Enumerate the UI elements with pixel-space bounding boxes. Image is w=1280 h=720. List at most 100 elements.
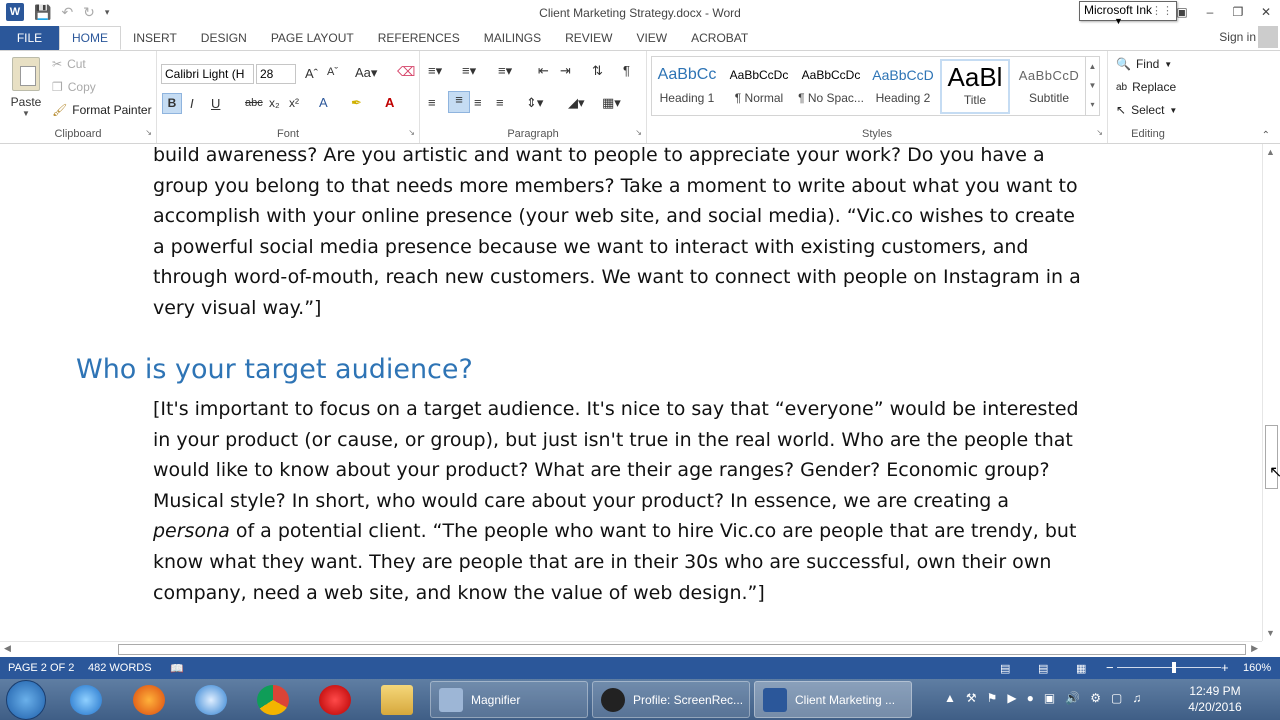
- collapse-ribbon-icon[interactable]: ⌃: [1262, 130, 1270, 141]
- tab-design[interactable]: DESIGN: [189, 26, 259, 50]
- start-button[interactable]: [6, 680, 46, 720]
- tab-file[interactable]: FILE: [0, 26, 59, 50]
- zoom-out-icon[interactable]: −: [1106, 660, 1114, 675]
- text-effects-icon[interactable]: A: [319, 95, 328, 110]
- firefox-icon[interactable]: [133, 685, 165, 715]
- system-clock[interactable]: 12:49 PM 4/20/2016: [1184, 683, 1246, 715]
- minimize-icon[interactable]: –: [1196, 0, 1224, 24]
- tray-network-icon[interactable]: ▲: [944, 691, 956, 705]
- style-no-spacing[interactable]: AaBbCcDc ¶ No Spac...: [796, 59, 866, 114]
- scroll-left-icon[interactable]: ◀: [4, 643, 11, 654]
- highlight-icon[interactable]: ✒: [351, 95, 362, 111]
- horizontal-scrollbar[interactable]: ◀ ▶: [0, 641, 1262, 657]
- italic-icon[interactable]: I: [190, 96, 194, 111]
- safari-icon[interactable]: [195, 685, 227, 715]
- document-canvas[interactable]: build awareness? Are you artistic and wa…: [0, 144, 1230, 641]
- opera-icon[interactable]: [319, 685, 351, 715]
- paste-button[interactable]: Paste ▼: [8, 57, 44, 118]
- proofing-icon[interactable]: 📖: [170, 662, 184, 675]
- internet-explorer-icon[interactable]: [70, 685, 102, 715]
- select-button[interactable]: ↖ Select ▼: [1116, 103, 1177, 117]
- format-painter-button[interactable]: 🖌 Format Painter: [52, 103, 152, 117]
- zoom-slider-knob[interactable]: [1172, 662, 1176, 673]
- tray-flag-icon[interactable]: ⚑: [987, 691, 998, 705]
- scroll-down-icon[interactable]: ▼: [1266, 628, 1275, 638]
- superscript-icon[interactable]: x²: [289, 96, 299, 110]
- style-subtitle[interactable]: AaBbCcD Subtitle: [1014, 59, 1084, 114]
- word-count[interactable]: 482 WORDS: [88, 662, 152, 674]
- copy-button[interactable]: ❐ Copy: [52, 80, 96, 94]
- tray-display-icon[interactable]: ▣: [1044, 691, 1055, 705]
- scroll-right-icon[interactable]: ▶: [1251, 643, 1258, 654]
- shading-icon[interactable]: ◢▾: [568, 95, 585, 111]
- style-normal[interactable]: AaBbCcDc ¶ Normal: [724, 59, 794, 114]
- align-right-icon[interactable]: ≡: [474, 95, 482, 110]
- align-center-icon[interactable]: ≡: [448, 91, 470, 113]
- bold-icon[interactable]: B: [162, 93, 182, 114]
- borders-icon[interactable]: ▦▾: [602, 95, 621, 111]
- style-heading-1[interactable]: AaBbCc Heading 1: [652, 59, 722, 114]
- vertical-scrollbar[interactable]: ▲ ▼: [1262, 144, 1280, 641]
- sign-in-link[interactable]: Sign in: [1219, 30, 1256, 44]
- tab-references[interactable]: REFERENCES: [366, 26, 472, 50]
- font-launcher-icon[interactable]: ↘: [408, 128, 415, 137]
- decrease-indent-icon[interactable]: ⇤: [538, 63, 549, 79]
- tab-insert[interactable]: INSERT: [121, 26, 189, 50]
- font-family-select[interactable]: Calibri Light (H: [161, 64, 254, 84]
- font-size-select[interactable]: 28: [256, 64, 296, 84]
- print-layout-icon[interactable]: ▤: [1038, 662, 1048, 675]
- zoom-in-icon[interactable]: +: [1221, 660, 1229, 675]
- grow-font-icon[interactable]: Aˆ: [305, 66, 318, 81]
- scroll-up-icon[interactable]: ▲: [1266, 147, 1275, 157]
- align-left-icon[interactable]: ≡: [428, 95, 436, 110]
- tray-media-icon[interactable]: ▶: [1007, 691, 1016, 705]
- increase-indent-icon[interactable]: ⇥: [560, 63, 571, 79]
- tray-tool-icon[interactable]: ⚒: [966, 691, 977, 705]
- tab-home[interactable]: HOME: [59, 26, 121, 50]
- tab-view[interactable]: VIEW: [624, 26, 679, 50]
- web-layout-icon[interactable]: ▦: [1076, 662, 1086, 675]
- close-icon[interactable]: ✕: [1252, 0, 1280, 24]
- tray-shield-icon[interactable]: ●: [1027, 691, 1034, 705]
- tray-monitor-icon[interactable]: ▢: [1111, 691, 1122, 705]
- replace-button[interactable]: ab Replace: [1116, 80, 1176, 94]
- body-paragraph[interactable]: build awareness? Are you artistic and wa…: [153, 144, 1083, 324]
- bullets-icon[interactable]: ≡▾: [428, 63, 442, 79]
- styles-launcher-icon[interactable]: ↘: [1096, 128, 1103, 137]
- shrink-font-icon[interactable]: Aˇ: [327, 66, 338, 78]
- clear-formatting-icon[interactable]: ⌫: [397, 64, 415, 80]
- style-heading-2[interactable]: AaBbCcD Heading 2: [868, 59, 938, 114]
- clipboard-launcher-icon[interactable]: ↘: [145, 128, 152, 137]
- zoom-slider[interactable]: [1117, 667, 1221, 668]
- tray-settings-icon[interactable]: ⚙: [1090, 691, 1101, 705]
- file-explorer-icon[interactable]: [381, 685, 413, 715]
- tab-review[interactable]: REVIEW: [553, 26, 624, 50]
- tab-mailings[interactable]: MAILINGS: [472, 26, 553, 50]
- cut-button[interactable]: ✂ Cut: [52, 57, 86, 71]
- read-mode-icon[interactable]: ▤: [1000, 662, 1010, 675]
- line-spacing-icon[interactable]: ⇕▾: [526, 95, 543, 111]
- tab-page-layout[interactable]: PAGE LAYOUT: [259, 26, 366, 50]
- justify-icon[interactable]: ≡: [496, 95, 504, 110]
- taskbar-word[interactable]: Client Marketing ...: [754, 681, 912, 718]
- numbering-icon[interactable]: ≡▾: [462, 63, 476, 79]
- subscript-icon[interactable]: x₂: [269, 96, 280, 110]
- avatar[interactable]: [1258, 26, 1278, 48]
- tab-acrobat[interactable]: ACROBAT: [679, 26, 760, 50]
- change-case-icon[interactable]: Aa▾: [355, 65, 377, 81]
- find-button[interactable]: 🔍 Find ▼: [1116, 57, 1172, 71]
- paragraph-launcher-icon[interactable]: ↘: [635, 128, 642, 137]
- multilevel-list-icon[interactable]: ≡▾: [498, 63, 512, 79]
- page-count[interactable]: PAGE 2 OF 2: [8, 662, 74, 674]
- tray-volume-icon[interactable]: 🔊: [1065, 691, 1080, 705]
- body-paragraph[interactable]: [It's important to focus on a target aud…: [153, 394, 1083, 608]
- strikethrough-icon[interactable]: abc: [245, 97, 263, 109]
- font-color-icon[interactable]: A: [385, 95, 394, 110]
- sort-icon[interactable]: ⇅: [592, 63, 603, 79]
- gallery-scroll[interactable]: ▲ ▼ ▾: [1085, 57, 1099, 115]
- chrome-icon[interactable]: [257, 685, 289, 715]
- taskbar-magnifier[interactable]: Magnifier: [430, 681, 588, 718]
- scrollbar-thumb[interactable]: [118, 644, 1246, 655]
- taskbar-screenrec[interactable]: Profile: ScreenRec...: [592, 681, 750, 718]
- underline-icon[interactable]: U: [211, 96, 220, 111]
